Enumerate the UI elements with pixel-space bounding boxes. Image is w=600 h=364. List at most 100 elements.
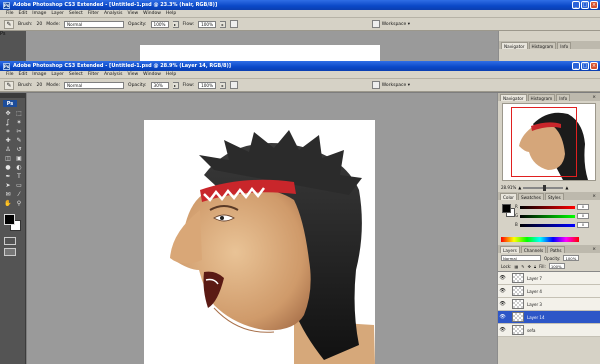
flow-dropdown-icon[interactable]: ▸	[220, 81, 227, 89]
blur-icon[interactable]: ●	[3, 164, 13, 171]
visibility-eye-icon[interactable]: 👁︎	[498, 275, 507, 281]
fill-field[interactable]: 100%	[548, 263, 565, 269]
layer-name[interactable]: Layer 14	[527, 315, 545, 320]
tab-histogram[interactable]: Histogram	[527, 94, 556, 101]
canvas[interactable]	[144, 120, 375, 364]
tab-styles[interactable]: Styles	[544, 193, 564, 200]
zoom-value[interactable]: 28.91%	[501, 185, 516, 190]
bridge-icon[interactable]	[371, 81, 380, 89]
hand-icon[interactable]: ✋	[3, 200, 13, 207]
visibility-eye-icon[interactable]: 👁︎	[498, 327, 507, 333]
workspace-button[interactable]: Workspace ▾	[382, 83, 410, 88]
history-brush-icon[interactable]: ↺	[14, 146, 24, 153]
quick-mask-icon[interactable]	[4, 237, 16, 245]
mode-select[interactable]: Normal	[64, 81, 125, 89]
menu-analysis[interactable]: Analysis	[104, 11, 123, 16]
move-icon[interactable]: ✥	[3, 110, 13, 117]
menu-window[interactable]: Window	[143, 11, 161, 16]
color-spectrum-bar[interactable]	[501, 237, 579, 242]
workspace-button[interactable]: Workspace ▾	[382, 22, 410, 27]
back-title-bar[interactable]: Ps Adobe Photoshop CS3 Extended - [Untit…	[0, 0, 600, 10]
airbrush-icon[interactable]	[230, 81, 239, 89]
menu-filter[interactable]: Filter	[88, 72, 99, 77]
blue-slider[interactable]: 0	[520, 222, 589, 228]
layer-row[interactable]: 👁︎ Layer 7	[498, 272, 600, 285]
menu-file[interactable]: File	[6, 72, 14, 77]
notes-icon[interactable]: ✉	[3, 191, 13, 198]
bridge-icon[interactable]	[371, 20, 380, 28]
color-fg-swatch[interactable]	[502, 204, 511, 213]
menu-view[interactable]: View	[127, 72, 138, 77]
menu-layer[interactable]: Layer	[51, 72, 64, 77]
eraser-icon[interactable]: ◫	[3, 155, 13, 162]
opacity-dropdown-icon[interactable]: ▸	[172, 81, 179, 89]
tab-info[interactable]: Info	[556, 94, 571, 101]
green-slider[interactable]: 0	[520, 213, 589, 219]
tab-channels[interactable]: Channels	[520, 246, 547, 253]
back-tab-navigator[interactable]: Navigator	[501, 42, 528, 49]
menu-edit[interactable]: Edit	[19, 72, 28, 77]
menu-image[interactable]: Image	[32, 11, 46, 16]
path-select-icon[interactable]: ➤	[3, 182, 13, 189]
tab-layers[interactable]: Layers	[500, 246, 520, 253]
menu-window[interactable]: Window	[143, 72, 161, 77]
dodge-icon[interactable]: ◐	[14, 164, 24, 171]
pen-icon[interactable]: ✒	[3, 173, 13, 180]
lasso-icon[interactable]: ʆ	[3, 119, 13, 126]
close-icon[interactable]: ×	[590, 62, 598, 70]
healing-icon[interactable]: ✚	[3, 137, 13, 144]
menu-layer[interactable]: Layer	[51, 11, 64, 16]
crop-icon[interactable]: ⌗	[3, 128, 13, 135]
layer-row-selected[interactable]: 👁︎ Layer 14	[498, 311, 600, 324]
back-tab-histogram[interactable]: Histogram	[528, 42, 557, 49]
zoom-slider-knob[interactable]	[543, 184, 547, 191]
zoom-out-icon[interactable]: ▲	[518, 185, 521, 190]
marquee-icon[interactable]: ⬚	[14, 110, 24, 117]
layer-name[interactable]: sefa	[527, 328, 535, 333]
lock-transparency-icon[interactable]: ▦	[514, 264, 518, 269]
menu-edit[interactable]: Edit	[19, 11, 28, 16]
visibility-eye-icon[interactable]: 👁︎	[498, 288, 507, 294]
layer-name[interactable]: Layer 4	[527, 289, 542, 294]
shape-icon[interactable]: ▭	[14, 182, 24, 189]
brush-size[interactable]: 20	[37, 83, 43, 88]
red-value[interactable]: 0	[577, 204, 589, 210]
opacity-field[interactable]: 100%	[150, 20, 169, 28]
menu-select[interactable]: Select	[69, 11, 83, 16]
zoom-in-icon[interactable]: ▲	[565, 185, 568, 190]
panel-close-icon[interactable]: ×	[590, 246, 598, 253]
brush-preset-icon[interactable]: ✎	[4, 19, 14, 29]
foreground-color-swatch-top[interactable]	[4, 214, 15, 225]
navigator-thumbnail[interactable]	[502, 103, 596, 181]
brush-preset-icon[interactable]: ✎	[4, 80, 14, 90]
layer-row[interactable]: 👁︎ Layer 3	[498, 298, 600, 311]
red-slider[interactable]: 0	[520, 204, 589, 210]
brush-icon[interactable]: ✎	[14, 137, 24, 144]
lock-all-icon[interactable]: 🔒︎	[534, 264, 536, 269]
menu-select[interactable]: Select	[69, 72, 83, 77]
menu-analysis[interactable]: Analysis	[104, 72, 123, 77]
menu-help[interactable]: Help	[166, 11, 176, 16]
brush-size[interactable]: 20	[37, 22, 43, 27]
navigator-view-box[interactable]	[511, 107, 577, 177]
visibility-eye-icon[interactable]: 👁︎	[498, 301, 507, 307]
opacity-field[interactable]: 30%	[150, 81, 169, 89]
zoom-slider[interactable]	[523, 184, 564, 191]
slice-icon[interactable]: ✂	[14, 128, 24, 135]
layer-row[interactable]: 👁︎ Layer 4	[498, 285, 600, 298]
back-tab-info[interactable]: Info	[557, 42, 572, 49]
lock-position-icon[interactable]: ✥	[528, 264, 531, 269]
opacity-dropdown-icon[interactable]: ▸	[172, 20, 179, 28]
minimize-icon[interactable]: _	[572, 62, 580, 70]
visibility-eye-icon[interactable]: 👁︎	[498, 314, 507, 320]
front-title-bar[interactable]: Ps Adobe Photoshop CS3 Extended - [Untit…	[0, 61, 600, 71]
tab-color[interactable]: Color	[500, 193, 517, 200]
zoom-icon[interactable]: ⚲	[14, 200, 24, 207]
flow-field[interactable]: 100%	[198, 20, 217, 28]
close-icon[interactable]: ×	[590, 1, 598, 9]
screen-mode-icon[interactable]	[4, 248, 16, 256]
flow-dropdown-icon[interactable]: ▸	[220, 20, 227, 28]
menu-image[interactable]: Image	[32, 72, 46, 77]
tab-swatches[interactable]: Swatches	[517, 193, 544, 200]
minimize-icon[interactable]: _	[572, 1, 580, 9]
